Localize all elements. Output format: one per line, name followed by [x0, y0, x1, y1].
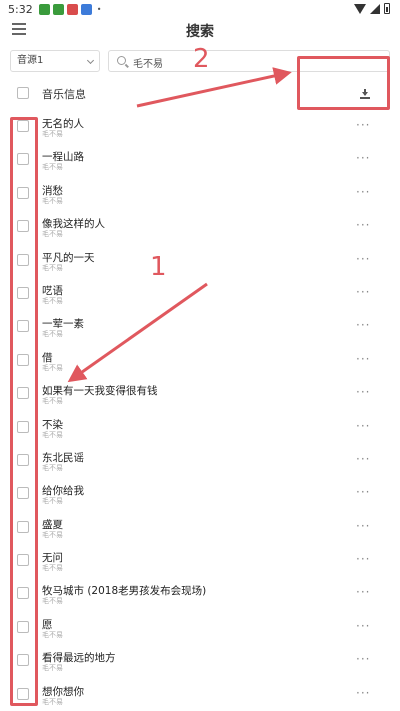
- green-app-icon: [38, 3, 50, 15]
- source-select[interactable]: 音源1: [10, 50, 100, 72]
- song-row[interactable]: 盛夏 毛不易 ···: [0, 509, 400, 542]
- song-artist: 毛不易: [42, 564, 63, 573]
- song-row[interactable]: 看得最远的地方 毛不易 ···: [0, 642, 400, 675]
- header-label: 音乐信息: [42, 88, 86, 101]
- more-options-button[interactable]: ···: [356, 218, 370, 232]
- song-artist: 毛不易: [42, 397, 63, 406]
- annotation-number-1: 1: [150, 252, 167, 282]
- status-bar: 5:32 •: [0, 0, 400, 18]
- more-options-button[interactable]: ···: [356, 452, 370, 466]
- song-artist: 毛不易: [42, 230, 63, 239]
- more-options-button[interactable]: ···: [356, 185, 370, 199]
- app-bar: 搜索: [0, 18, 400, 44]
- song-row[interactable]: 牧马城市 (2018老男孩发布会现场) 毛不易 ···: [0, 575, 400, 608]
- more-options-button[interactable]: ···: [356, 419, 370, 433]
- battery-icon: [384, 3, 390, 14]
- song-artist: 毛不易: [42, 463, 63, 472]
- song-row[interactable]: 一程山路 毛不易 ···: [0, 141, 400, 174]
- notification-dot: •: [96, 4, 102, 14]
- song-artist: 毛不易: [42, 497, 63, 506]
- more-options-button[interactable]: ···: [356, 252, 370, 266]
- song-artist: 毛不易: [42, 196, 63, 205]
- page-title: 搜索: [186, 24, 214, 40]
- song-row[interactable]: 一荤一素 毛不易 ···: [0, 308, 400, 341]
- more-options-button[interactable]: ···: [356, 519, 370, 533]
- song-row[interactable]: 无名的人 毛不易 ···: [0, 108, 400, 141]
- search-icon: [117, 56, 126, 65]
- red-app-icon: [66, 3, 78, 15]
- song-artist: 毛不易: [42, 363, 63, 372]
- song-artist: 毛不易: [42, 130, 63, 138]
- song-artist: 毛不易: [42, 263, 63, 272]
- more-options-button[interactable]: ···: [356, 585, 370, 599]
- song-row[interactable]: 消愁 毛不易 ···: [0, 175, 400, 208]
- wifi-icon: [354, 3, 366, 14]
- song-row[interactable]: 想你想你 毛不易 ···: [0, 676, 400, 709]
- song-artist: 毛不易: [42, 296, 63, 305]
- song-artist: 毛不易: [42, 530, 63, 539]
- signal-icon: [370, 3, 380, 14]
- select-all-checkbox[interactable]: [17, 87, 29, 99]
- more-options-button[interactable]: ···: [356, 686, 370, 700]
- green-app-icon: [52, 3, 64, 15]
- song-artist: 毛不易: [42, 697, 63, 706]
- more-options-button[interactable]: ···: [356, 652, 370, 666]
- chevron-down-icon: [86, 56, 95, 65]
- song-artist: 毛不易: [42, 330, 63, 339]
- song-row[interactable]: 平凡的一天 毛不易 ···: [0, 242, 400, 275]
- song-row[interactable]: 无问 毛不易 ···: [0, 542, 400, 575]
- annotation-box-checkboxes: [10, 117, 38, 706]
- more-options-button[interactable]: ···: [356, 285, 370, 299]
- status-icons: [354, 3, 390, 14]
- more-options-button[interactable]: ···: [356, 318, 370, 332]
- song-row[interactable]: 像我这样的人 毛不易 ···: [0, 208, 400, 241]
- more-options-button[interactable]: ···: [356, 485, 370, 499]
- blue-app-icon: [80, 3, 92, 15]
- song-row[interactable]: 愿毛不易 ···: [0, 609, 400, 642]
- song-row[interactable]: 借毛不易 ···: [0, 342, 400, 375]
- song-artist: 毛不易: [42, 664, 63, 673]
- song-row[interactable]: 如果有一天我变得很有钱 毛不易 ···: [0, 375, 400, 408]
- more-options-button[interactable]: ···: [356, 151, 370, 165]
- status-time: 5:32: [8, 2, 33, 16]
- song-row[interactable]: 给你给我 毛不易 ···: [0, 475, 400, 508]
- more-options-button[interactable]: ···: [356, 619, 370, 633]
- song-row[interactable]: 呓语 毛不易 ···: [0, 275, 400, 308]
- song-artist: 毛不易: [42, 430, 63, 439]
- song-artist: 毛不易: [42, 630, 63, 639]
- song-row[interactable]: 不染 毛不易 ···: [0, 409, 400, 442]
- more-options-button[interactable]: ···: [356, 552, 370, 566]
- annotation-box-download: [297, 56, 390, 110]
- song-artist: 毛不易: [42, 597, 63, 606]
- more-options-button[interactable]: ···: [356, 385, 370, 399]
- more-options-button[interactable]: ···: [356, 352, 370, 366]
- song-title: 牧马城市 (2018老男孩发布会现场): [42, 585, 207, 598]
- annotation-number-2: 2: [193, 44, 210, 74]
- more-options-button[interactable]: ···: [356, 118, 370, 132]
- source-select-value: 音源1: [17, 55, 44, 66]
- song-artist: 毛不易: [42, 163, 63, 172]
- song-list: 无名的人 毛不易 ··· 一程山路 毛不易 ··· 消愁 毛不易 ··· 像我这样的人 毛不易 ···…: [0, 108, 400, 709]
- song-row[interactable]: 东北民谣 毛不易 ···: [0, 442, 400, 475]
